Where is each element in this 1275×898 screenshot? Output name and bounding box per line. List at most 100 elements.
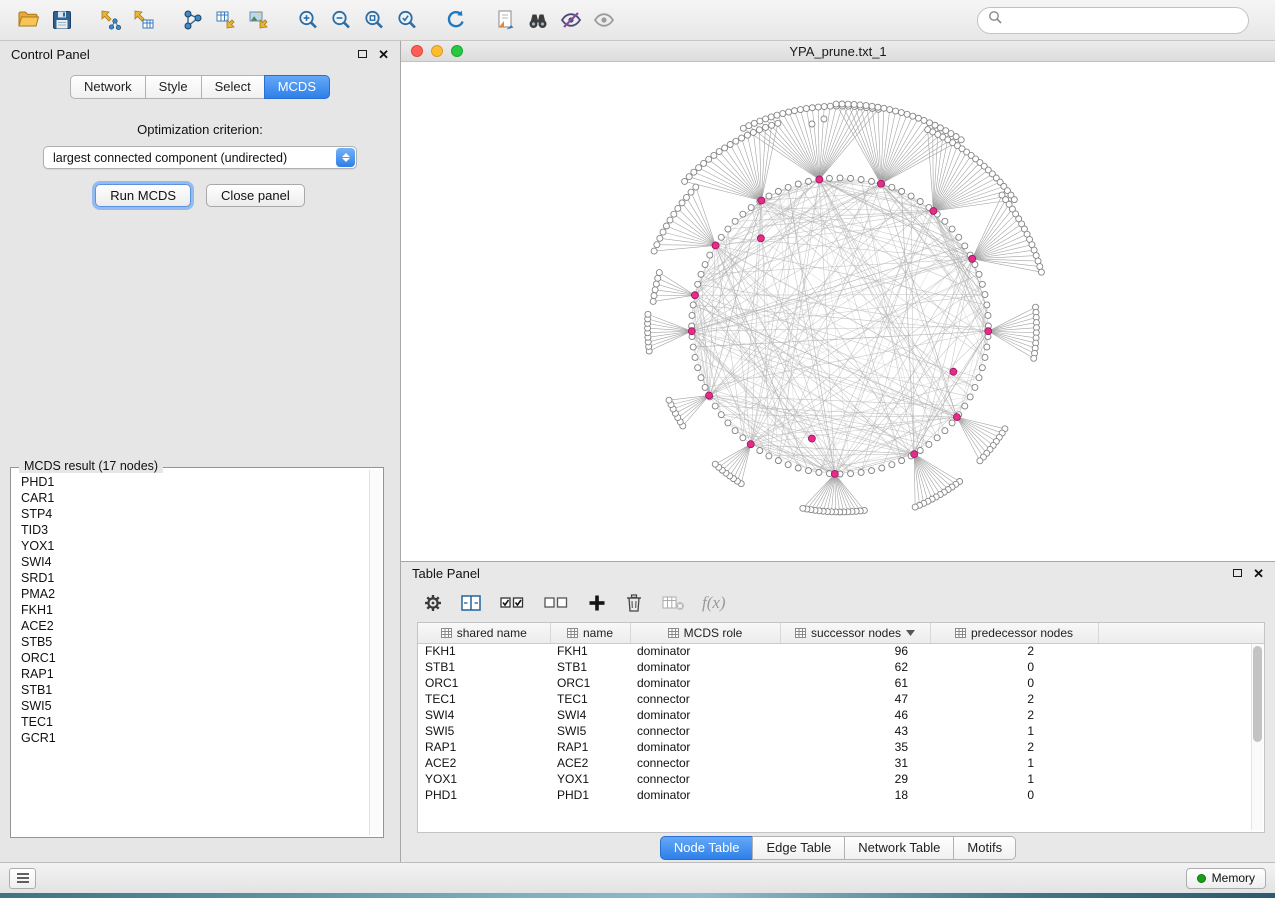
- table-cell[interactable]: FKH1: [418, 643, 550, 659]
- mcds-node-item[interactable]: SWI5: [13, 698, 367, 714]
- panel-menu-button[interactable]: [9, 868, 36, 889]
- close-panel-icon[interactable]: ✕: [378, 48, 389, 61]
- window-minimize-light[interactable]: [431, 45, 443, 57]
- table-cell[interactable]: ACE2: [418, 755, 550, 771]
- float-panel-icon[interactable]: [358, 50, 367, 58]
- table-row[interactable]: YOX1YOX1connector291: [418, 771, 1264, 787]
- show-graphics-details-icon[interactable]: [587, 5, 620, 35]
- search-network-icon[interactable]: [521, 5, 554, 35]
- column-header-predecessor-nodes[interactable]: predecessor nodes: [930, 623, 1098, 643]
- table-cell[interactable]: dominator: [630, 787, 780, 803]
- table-cell[interactable]: 0: [930, 659, 1098, 675]
- table-cell[interactable]: FKH1: [550, 643, 630, 659]
- table-cell[interactable]: dominator: [630, 739, 780, 755]
- search-input[interactable]: [1009, 13, 1238, 28]
- table-cell[interactable]: dominator: [630, 659, 780, 675]
- column-header-name[interactable]: name: [550, 623, 630, 643]
- search-box[interactable]: [977, 7, 1249, 34]
- settings-gear-icon[interactable]: [423, 593, 443, 613]
- table-cell[interactable]: PHD1: [550, 787, 630, 803]
- mcds-node-item[interactable]: ORC1: [13, 650, 367, 666]
- table-cell[interactable]: SWI4: [550, 707, 630, 723]
- new-network-icon[interactable]: [176, 5, 209, 35]
- tab-mcds[interactable]: MCDS: [264, 75, 330, 99]
- import-network-icon[interactable]: [94, 5, 127, 35]
- hide-graphics-details-icon[interactable]: [554, 5, 587, 35]
- tab-edge-table[interactable]: Edge Table: [752, 836, 845, 860]
- table-cell[interactable]: STB1: [418, 659, 550, 675]
- table-cell[interactable]: 35: [780, 739, 930, 755]
- zoom-selected-icon[interactable]: [390, 5, 423, 35]
- mcds-node-item[interactable]: PMA2: [13, 586, 367, 602]
- table-cell[interactable]: 1: [930, 771, 1098, 787]
- window-close-light[interactable]: [411, 45, 423, 57]
- table-cell[interactable]: ACE2: [550, 755, 630, 771]
- column-header-shared-name[interactable]: shared name: [418, 623, 550, 643]
- table-cell[interactable]: YOX1: [550, 771, 630, 787]
- open-session-icon[interactable]: [12, 5, 45, 35]
- mcds-node-item[interactable]: STP4: [13, 506, 367, 522]
- table-row[interactable]: RAP1RAP1dominator352: [418, 739, 1264, 755]
- add-row-icon[interactable]: [587, 593, 607, 613]
- zoom-out-icon[interactable]: [324, 5, 357, 35]
- refresh-view-icon[interactable]: [439, 5, 472, 35]
- mcds-node-item[interactable]: RAP1: [13, 666, 367, 682]
- tab-node-table[interactable]: Node Table: [660, 836, 754, 860]
- table-cell[interactable]: 2: [930, 691, 1098, 707]
- mcds-node-item[interactable]: STB1: [13, 682, 367, 698]
- table-cell[interactable]: YOX1: [418, 771, 550, 787]
- table-cell[interactable]: connector: [630, 755, 780, 771]
- mcds-node-item[interactable]: CAR1: [13, 490, 367, 506]
- export-image-icon[interactable]: [242, 5, 275, 35]
- table-cell[interactable]: dominator: [630, 643, 780, 659]
- clone-network-icon[interactable]: [488, 5, 521, 35]
- show-columns-icon[interactable]: [460, 593, 482, 613]
- table-row[interactable]: ACE2ACE2connector311: [418, 755, 1264, 771]
- zoom-fit-icon[interactable]: [357, 5, 390, 35]
- table-cell[interactable]: 47: [780, 691, 930, 707]
- table-cell[interactable]: 31: [780, 755, 930, 771]
- table-cell[interactable]: 29: [780, 771, 930, 787]
- table-row[interactable]: PHD1PHD1dominator180: [418, 787, 1264, 803]
- table-row[interactable]: SWI5SWI5connector431: [418, 723, 1264, 739]
- run-mcds-button[interactable]: Run MCDS: [95, 184, 191, 207]
- float-table-panel-icon[interactable]: [1233, 569, 1242, 577]
- select-all-icon[interactable]: [499, 593, 526, 613]
- mcds-list-scrollbar[interactable]: [369, 470, 381, 835]
- mcds-node-item[interactable]: YOX1: [13, 538, 367, 554]
- close-panel-button[interactable]: Close panel: [206, 184, 305, 207]
- table-cell[interactable]: dominator: [630, 707, 780, 723]
- function-builder-icon[interactable]: f(x): [702, 593, 726, 613]
- table-row[interactable]: SWI4SWI4dominator462: [418, 707, 1264, 723]
- table-row[interactable]: FKH1FKH1dominator962: [418, 643, 1264, 659]
- tab-network[interactable]: Network: [70, 75, 146, 99]
- close-table-panel-icon[interactable]: ✕: [1253, 567, 1264, 580]
- table-cell[interactable]: 0: [930, 675, 1098, 691]
- table-cell[interactable]: 2: [930, 739, 1098, 755]
- table-cell[interactable]: connector: [630, 723, 780, 739]
- mcds-node-item[interactable]: ACE2: [13, 618, 367, 634]
- tab-style[interactable]: Style: [145, 75, 202, 99]
- table-cell[interactable]: 62: [780, 659, 930, 675]
- table-cell[interactable]: 1: [930, 723, 1098, 739]
- export-table-icon[interactable]: [209, 5, 242, 35]
- table-cell[interactable]: 0: [930, 787, 1098, 803]
- table-cell[interactable]: ORC1: [418, 675, 550, 691]
- mcds-node-item[interactable]: GCR1: [13, 730, 367, 746]
- table-cell[interactable]: 43: [780, 723, 930, 739]
- memory-button[interactable]: Memory: [1186, 868, 1266, 889]
- network-canvas[interactable]: [401, 62, 1275, 561]
- mcds-node-item[interactable]: TID3: [13, 522, 367, 538]
- table-cell[interactable]: TEC1: [418, 691, 550, 707]
- table-cell[interactable]: 1: [930, 755, 1098, 771]
- mcds-node-item[interactable]: PHD1: [13, 474, 367, 490]
- delete-table-icon[interactable]: [661, 593, 685, 613]
- tab-motifs[interactable]: Motifs: [953, 836, 1016, 860]
- table-cell[interactable]: connector: [630, 771, 780, 787]
- table-row[interactable]: STB1STB1dominator620: [418, 659, 1264, 675]
- table-cell[interactable]: 2: [930, 643, 1098, 659]
- deselect-all-icon[interactable]: [543, 593, 570, 613]
- table-cell[interactable]: 96: [780, 643, 930, 659]
- table-scrollbar-thumb[interactable]: [1253, 646, 1262, 742]
- network-window-titlebar[interactable]: YPA_prune.txt_1: [401, 41, 1275, 62]
